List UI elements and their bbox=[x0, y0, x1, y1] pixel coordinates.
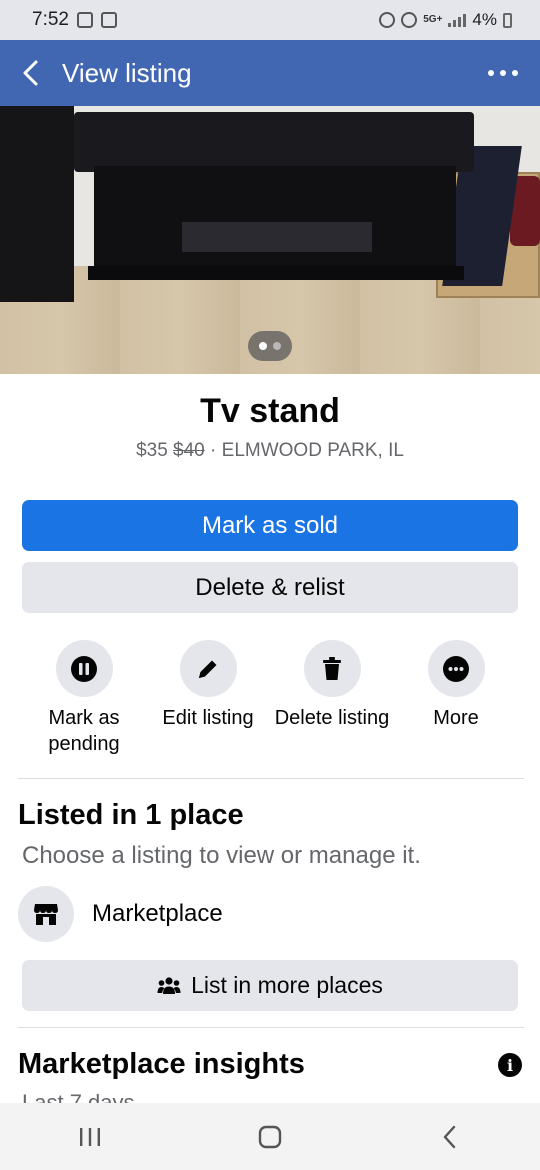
back-button[interactable] bbox=[0, 40, 62, 106]
listed-in-title: Listed in 1 place bbox=[18, 799, 244, 831]
current-price: $35 bbox=[136, 440, 168, 461]
insights-title: Marketplace insights bbox=[18, 1048, 305, 1080]
storefront-icon bbox=[34, 904, 58, 925]
home-icon bbox=[258, 1125, 282, 1148]
status-time: 7:52 bbox=[32, 9, 69, 30]
photo-stand-shelf bbox=[182, 222, 372, 252]
mark-as-pending-button[interactable]: Mark as pending bbox=[22, 640, 146, 757]
delete-relist-button[interactable]: Delete & relist bbox=[22, 562, 518, 613]
photo-dot-active bbox=[259, 342, 267, 350]
action-circle bbox=[303, 640, 361, 697]
home-button[interactable] bbox=[240, 1112, 300, 1162]
gallery-icon bbox=[100, 12, 117, 28]
more-horizontal-icon bbox=[488, 70, 494, 76]
action-label: More bbox=[433, 707, 479, 729]
status-left: 7:52 bbox=[32, 9, 117, 31]
marketplace-listing-row[interactable]: Marketplace bbox=[18, 886, 223, 942]
battery-percent: 4% bbox=[472, 10, 497, 29]
photo-page-indicator[interactable] bbox=[248, 331, 292, 361]
action-circle bbox=[55, 640, 113, 697]
pause-icon bbox=[71, 655, 97, 682]
action-label: Mark as pending bbox=[48, 707, 120, 755]
action-label: Edit listing bbox=[162, 707, 254, 729]
photo-stand-base bbox=[88, 266, 464, 280]
list-more-label: List in more places bbox=[191, 972, 383, 998]
price-separator: · bbox=[210, 440, 217, 461]
status-bar: 7:52 5G+ 4% bbox=[0, 0, 540, 40]
recent-apps-button[interactable] bbox=[60, 1112, 120, 1162]
more-horizontal-icon bbox=[443, 655, 469, 682]
action-label: Delete listing bbox=[274, 707, 390, 729]
photo-stand-body bbox=[94, 166, 456, 276]
chevron-left-icon bbox=[23, 60, 38, 86]
action-circle bbox=[179, 640, 237, 697]
action-circle bbox=[427, 640, 485, 697]
app-header: View listing bbox=[0, 40, 540, 106]
page-title: View listing bbox=[62, 57, 192, 88]
more-actions-button[interactable]: More bbox=[394, 640, 518, 757]
recent-apps-icon bbox=[80, 1127, 100, 1146]
alarm-icon bbox=[401, 12, 418, 28]
place-label: Marketplace bbox=[92, 900, 223, 927]
back-arrow-icon bbox=[443, 1125, 456, 1148]
listing-location: ELMWOOD PARK, IL bbox=[221, 440, 404, 461]
divider bbox=[18, 1027, 524, 1028]
signal-icon bbox=[448, 13, 467, 27]
old-price: $40 bbox=[173, 440, 205, 461]
photo-stand-top bbox=[74, 112, 474, 172]
more-options-button[interactable] bbox=[488, 62, 518, 84]
photo-dot bbox=[273, 342, 281, 350]
edit-listing-button[interactable]: Edit listing bbox=[146, 640, 270, 757]
listing-title: Tv stand bbox=[200, 392, 340, 430]
listed-in-subtitle: Choose a listing to view or manage it. bbox=[22, 842, 421, 869]
notification-icon bbox=[76, 12, 93, 28]
photo-left-object bbox=[0, 106, 74, 302]
status-right: 5G+ 4% bbox=[379, 10, 512, 30]
place-avatar bbox=[18, 886, 74, 942]
price-line: $35 $40 · ELMWOOD PARK, IL bbox=[0, 440, 540, 462]
people-icon bbox=[157, 976, 181, 994]
listing-actions: Mark as pending Edit listing Delete list… bbox=[22, 640, 518, 757]
network-type: 5G+ bbox=[423, 14, 443, 25]
list-in-more-places-button[interactable]: List in more places bbox=[22, 960, 518, 1011]
listing-photo[interactable] bbox=[0, 106, 540, 374]
system-navigation-bar bbox=[0, 1103, 540, 1170]
trash-icon bbox=[323, 656, 341, 680]
pencil-icon bbox=[199, 660, 217, 678]
lock-icon bbox=[379, 12, 396, 28]
info-icon[interactable]: i bbox=[498, 1053, 522, 1077]
mark-as-sold-button[interactable]: Mark as sold bbox=[22, 500, 518, 551]
system-back-button[interactable] bbox=[420, 1112, 480, 1162]
divider bbox=[18, 778, 524, 779]
battery-icon bbox=[503, 12, 512, 28]
delete-listing-button[interactable]: Delete listing bbox=[270, 640, 394, 757]
